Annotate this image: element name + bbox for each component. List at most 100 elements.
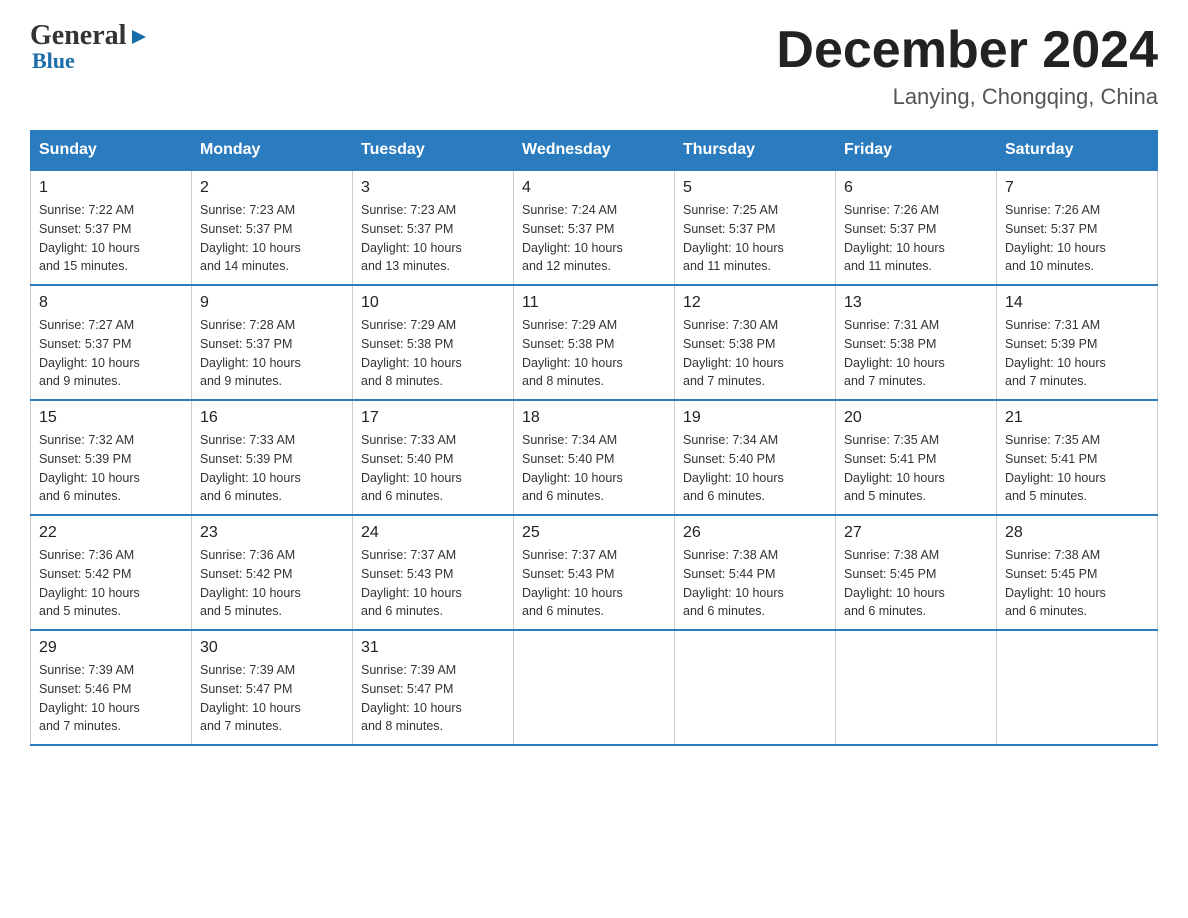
table-row [675, 630, 836, 745]
day-info: Sunrise: 7:23 AM Sunset: 5:37 PM Dayligh… [200, 201, 344, 276]
day-info: Sunrise: 7:39 AM Sunset: 5:47 PM Dayligh… [200, 661, 344, 736]
day-number: 2 [200, 179, 344, 197]
header-friday: Friday [836, 131, 997, 171]
table-row: 22 Sunrise: 7:36 AM Sunset: 5:42 PM Dayl… [31, 515, 192, 630]
day-number: 12 [683, 294, 827, 312]
title-section: December 2024 Lanying, Chongqing, China [776, 20, 1158, 110]
day-number: 10 [361, 294, 505, 312]
table-row: 1 Sunrise: 7:22 AM Sunset: 5:37 PM Dayli… [31, 170, 192, 285]
day-info: Sunrise: 7:36 AM Sunset: 5:42 PM Dayligh… [39, 546, 183, 621]
day-info: Sunrise: 7:37 AM Sunset: 5:43 PM Dayligh… [522, 546, 666, 621]
calendar-week-row: 1 Sunrise: 7:22 AM Sunset: 5:37 PM Dayli… [31, 170, 1158, 285]
weekday-header-row: Sunday Monday Tuesday Wednesday Thursday… [31, 131, 1158, 171]
day-info: Sunrise: 7:30 AM Sunset: 5:38 PM Dayligh… [683, 316, 827, 391]
table-row: 13 Sunrise: 7:31 AM Sunset: 5:38 PM Dayl… [836, 285, 997, 400]
day-info: Sunrise: 7:25 AM Sunset: 5:37 PM Dayligh… [683, 201, 827, 276]
day-number: 3 [361, 179, 505, 197]
table-row: 19 Sunrise: 7:34 AM Sunset: 5:40 PM Dayl… [675, 400, 836, 515]
table-row: 28 Sunrise: 7:38 AM Sunset: 5:45 PM Dayl… [997, 515, 1158, 630]
table-row: 5 Sunrise: 7:25 AM Sunset: 5:37 PM Dayli… [675, 170, 836, 285]
day-number: 18 [522, 409, 666, 427]
table-row [514, 630, 675, 745]
table-row: 17 Sunrise: 7:33 AM Sunset: 5:40 PM Dayl… [353, 400, 514, 515]
table-row: 9 Sunrise: 7:28 AM Sunset: 5:37 PM Dayli… [192, 285, 353, 400]
day-number: 4 [522, 179, 666, 197]
day-number: 23 [200, 524, 344, 542]
calendar-week-row: 22 Sunrise: 7:36 AM Sunset: 5:42 PM Dayl… [31, 515, 1158, 630]
day-info: Sunrise: 7:29 AM Sunset: 5:38 PM Dayligh… [361, 316, 505, 391]
table-row: 25 Sunrise: 7:37 AM Sunset: 5:43 PM Dayl… [514, 515, 675, 630]
table-row: 4 Sunrise: 7:24 AM Sunset: 5:37 PM Dayli… [514, 170, 675, 285]
day-info: Sunrise: 7:24 AM Sunset: 5:37 PM Dayligh… [522, 201, 666, 276]
day-info: Sunrise: 7:33 AM Sunset: 5:40 PM Dayligh… [361, 431, 505, 506]
day-info: Sunrise: 7:38 AM Sunset: 5:45 PM Dayligh… [844, 546, 988, 621]
day-number: 7 [1005, 179, 1149, 197]
day-info: Sunrise: 7:34 AM Sunset: 5:40 PM Dayligh… [683, 431, 827, 506]
day-number: 29 [39, 639, 183, 657]
month-year-title: December 2024 [776, 20, 1158, 80]
logo-arrow-icon [128, 26, 150, 48]
day-number: 16 [200, 409, 344, 427]
day-number: 6 [844, 179, 988, 197]
table-row: 26 Sunrise: 7:38 AM Sunset: 5:44 PM Dayl… [675, 515, 836, 630]
day-number: 28 [1005, 524, 1149, 542]
table-row: 8 Sunrise: 7:27 AM Sunset: 5:37 PM Dayli… [31, 285, 192, 400]
day-number: 22 [39, 524, 183, 542]
day-number: 14 [1005, 294, 1149, 312]
day-info: Sunrise: 7:37 AM Sunset: 5:43 PM Dayligh… [361, 546, 505, 621]
table-row: 20 Sunrise: 7:35 AM Sunset: 5:41 PM Dayl… [836, 400, 997, 515]
day-number: 9 [200, 294, 344, 312]
day-number: 24 [361, 524, 505, 542]
logo: General Blue [30, 20, 150, 74]
table-row: 24 Sunrise: 7:37 AM Sunset: 5:43 PM Dayl… [353, 515, 514, 630]
day-info: Sunrise: 7:23 AM Sunset: 5:37 PM Dayligh… [361, 201, 505, 276]
day-info: Sunrise: 7:35 AM Sunset: 5:41 PM Dayligh… [1005, 431, 1149, 506]
calendar-week-row: 15 Sunrise: 7:32 AM Sunset: 5:39 PM Dayl… [31, 400, 1158, 515]
day-number: 15 [39, 409, 183, 427]
table-row: 30 Sunrise: 7:39 AM Sunset: 5:47 PM Dayl… [192, 630, 353, 745]
table-row: 14 Sunrise: 7:31 AM Sunset: 5:39 PM Dayl… [997, 285, 1158, 400]
calendar-table: Sunday Monday Tuesday Wednesday Thursday… [30, 130, 1158, 746]
header-sunday: Sunday [31, 131, 192, 171]
page-header: General Blue December 2024 Lanying, Chon… [30, 20, 1158, 110]
table-row: 7 Sunrise: 7:26 AM Sunset: 5:37 PM Dayli… [997, 170, 1158, 285]
day-number: 20 [844, 409, 988, 427]
header-tuesday: Tuesday [353, 131, 514, 171]
day-info: Sunrise: 7:28 AM Sunset: 5:37 PM Dayligh… [200, 316, 344, 391]
table-row: 12 Sunrise: 7:30 AM Sunset: 5:38 PM Dayl… [675, 285, 836, 400]
calendar-week-row: 8 Sunrise: 7:27 AM Sunset: 5:37 PM Dayli… [31, 285, 1158, 400]
table-row: 15 Sunrise: 7:32 AM Sunset: 5:39 PM Dayl… [31, 400, 192, 515]
day-number: 17 [361, 409, 505, 427]
table-row: 6 Sunrise: 7:26 AM Sunset: 5:37 PM Dayli… [836, 170, 997, 285]
header-saturday: Saturday [997, 131, 1158, 171]
table-row: 18 Sunrise: 7:34 AM Sunset: 5:40 PM Dayl… [514, 400, 675, 515]
table-row: 21 Sunrise: 7:35 AM Sunset: 5:41 PM Dayl… [997, 400, 1158, 515]
day-number: 21 [1005, 409, 1149, 427]
day-number: 27 [844, 524, 988, 542]
day-info: Sunrise: 7:33 AM Sunset: 5:39 PM Dayligh… [200, 431, 344, 506]
location-subtitle: Lanying, Chongqing, China [776, 84, 1158, 110]
table-row [836, 630, 997, 745]
day-info: Sunrise: 7:31 AM Sunset: 5:39 PM Dayligh… [1005, 316, 1149, 391]
header-thursday: Thursday [675, 131, 836, 171]
table-row: 11 Sunrise: 7:29 AM Sunset: 5:38 PM Dayl… [514, 285, 675, 400]
day-number: 11 [522, 294, 666, 312]
day-info: Sunrise: 7:29 AM Sunset: 5:38 PM Dayligh… [522, 316, 666, 391]
table-row [997, 630, 1158, 745]
table-row: 27 Sunrise: 7:38 AM Sunset: 5:45 PM Dayl… [836, 515, 997, 630]
day-info: Sunrise: 7:27 AM Sunset: 5:37 PM Dayligh… [39, 316, 183, 391]
day-info: Sunrise: 7:22 AM Sunset: 5:37 PM Dayligh… [39, 201, 183, 276]
day-info: Sunrise: 7:26 AM Sunset: 5:37 PM Dayligh… [1005, 201, 1149, 276]
table-row: 2 Sunrise: 7:23 AM Sunset: 5:37 PM Dayli… [192, 170, 353, 285]
day-number: 25 [522, 524, 666, 542]
day-number: 1 [39, 179, 183, 197]
day-info: Sunrise: 7:32 AM Sunset: 5:39 PM Dayligh… [39, 431, 183, 506]
day-info: Sunrise: 7:35 AM Sunset: 5:41 PM Dayligh… [844, 431, 988, 506]
table-row: 3 Sunrise: 7:23 AM Sunset: 5:37 PM Dayli… [353, 170, 514, 285]
table-row: 10 Sunrise: 7:29 AM Sunset: 5:38 PM Dayl… [353, 285, 514, 400]
table-row: 23 Sunrise: 7:36 AM Sunset: 5:42 PM Dayl… [192, 515, 353, 630]
calendar-week-row: 29 Sunrise: 7:39 AM Sunset: 5:46 PM Dayl… [31, 630, 1158, 745]
day-info: Sunrise: 7:31 AM Sunset: 5:38 PM Dayligh… [844, 316, 988, 391]
day-number: 31 [361, 639, 505, 657]
day-info: Sunrise: 7:36 AM Sunset: 5:42 PM Dayligh… [200, 546, 344, 621]
